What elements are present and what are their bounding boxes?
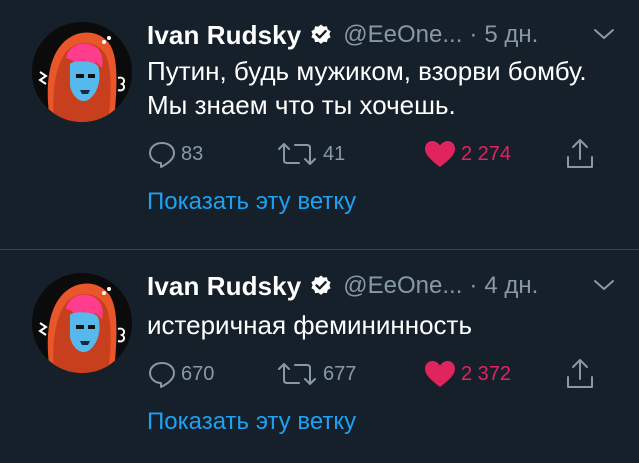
like-count: 2 372 (461, 362, 512, 385)
tweet[interactable]: Ivan Rudsky @EeOne... · 4 дн. истеричная… (0, 250, 639, 463)
like-button[interactable]: 2 274 (423, 136, 511, 172)
reply-count: 670 (181, 362, 215, 385)
share-button[interactable] (565, 356, 599, 392)
reply-icon (149, 142, 175, 168)
author-name[interactable]: Ivan Rudsky (147, 20, 301, 51)
heart-icon-filled (425, 141, 455, 167)
retweet-button[interactable]: 41 (275, 136, 345, 172)
avatar-image (32, 273, 132, 373)
timestamp[interactable]: 4 дн. (484, 272, 538, 300)
show-thread-link[interactable]: Показать эту ветку (147, 188, 356, 216)
avatar-image (32, 22, 132, 122)
reply-count: 83 (181, 142, 204, 165)
reply-icon (149, 362, 175, 388)
separator: · (469, 272, 478, 299)
show-thread-link[interactable]: Показать эту ветку (147, 408, 356, 436)
tweet-text: Путин, будь мужиком, взорви бомбу. Мы зн… (147, 56, 587, 120)
chevron-down-icon[interactable] (591, 275, 617, 295)
avatar[interactable] (32, 22, 132, 122)
retweet-icon (278, 143, 316, 165)
verified-badge-icon (309, 23, 333, 47)
reply-button[interactable]: 670 (147, 356, 214, 392)
retweet-count: 41 (323, 142, 346, 165)
author-name[interactable]: Ivan Rudsky (147, 271, 301, 302)
tweet-actions: 670 677 2 372 (147, 356, 597, 392)
retweet-count: 677 (323, 362, 357, 385)
verified-badge-icon (309, 274, 333, 298)
tweet[interactable]: Ivan Rudsky @EeOne... · 5 дн. Путин, буд… (0, 0, 639, 231)
chevron-down-icon[interactable] (591, 24, 617, 44)
author-handle[interactable]: @EeOne... (343, 21, 462, 49)
heart-icon-filled (425, 361, 455, 387)
avatar[interactable] (32, 273, 132, 373)
like-count: 2 274 (461, 142, 512, 165)
retweet-button[interactable]: 677 (275, 356, 356, 392)
share-icon (567, 139, 593, 168)
tweet-text: истеричная фемининность (147, 310, 473, 340)
like-button[interactable]: 2 372 (423, 356, 511, 392)
retweet-icon (278, 363, 316, 385)
share-button[interactable] (565, 136, 599, 172)
author-handle[interactable]: @EeOne... (343, 272, 462, 300)
reply-button[interactable]: 83 (147, 136, 203, 172)
timestamp[interactable]: 5 дн. (484, 21, 538, 49)
separator: · (469, 21, 478, 48)
tweet-header: Ivan Rudsky @EeOne... · 4 дн. (147, 269, 617, 303)
tweet-header: Ivan Rudsky @EeOne... · 5 дн. (147, 18, 617, 52)
share-icon (567, 359, 593, 388)
tweet-actions: 83 41 2 274 (147, 136, 597, 172)
